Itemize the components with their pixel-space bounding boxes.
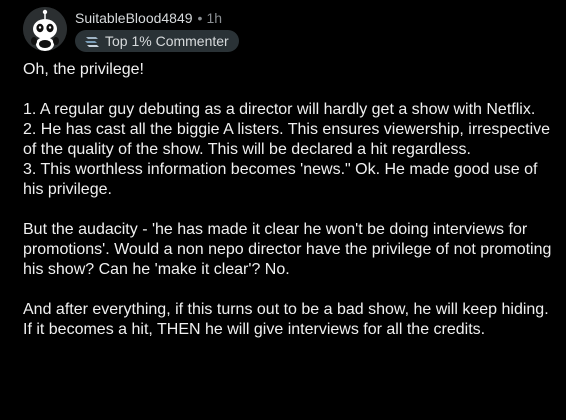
- flair-label: Top 1% Commenter: [105, 33, 229, 49]
- comment-text-line: And after everything, if this turns out …: [23, 301, 549, 338]
- comment-header: SuitableBlood4849 • 1h Top 1% Commenter: [23, 7, 553, 53]
- user-avatar[interactable]: [23, 7, 67, 51]
- snoo-avatar-icon: [23, 7, 67, 51]
- comment-text-line: Oh, the privilege!: [23, 61, 144, 78]
- comment-paragraph: 1. A regular guy debuting as a director …: [23, 100, 553, 200]
- comment-body: Oh, the privilege! 1. A regular guy debu…: [23, 60, 553, 360]
- comment-text-line: 1. A regular guy debuting as a director …: [23, 101, 536, 118]
- comment-paragraph: And after everything, if this turns out …: [23, 300, 553, 340]
- user-flair-badge: Top 1% Commenter: [75, 30, 239, 52]
- comment-text-line: But the audacity - 'he has made it clear…: [23, 221, 552, 278]
- meta-separator: •: [197, 10, 203, 26]
- comment-paragraph: But the audacity - 'he has made it clear…: [23, 220, 553, 280]
- author-username[interactable]: SuitableBlood4849: [75, 10, 193, 26]
- comment-text-line: 3. This worthless information becomes 'n…: [23, 161, 538, 198]
- author-row: SuitableBlood4849 • 1h: [75, 9, 222, 27]
- comment-text-line: 2. He has cast all the biggie A listers.…: [23, 121, 551, 158]
- comment-timestamp[interactable]: 1h: [206, 10, 222, 26]
- top-commenter-badge-icon: [84, 34, 100, 48]
- comment-paragraph: Oh, the privilege!: [23, 60, 553, 80]
